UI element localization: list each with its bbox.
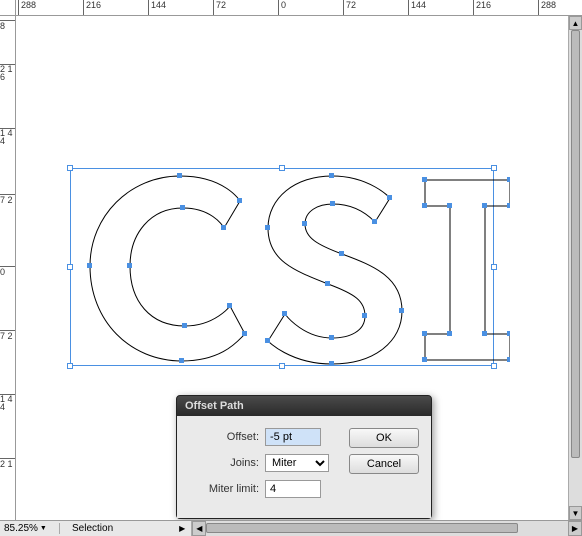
status-bar: 85.25% ▼ Selection ▶ ◀ ▶ [0,520,582,536]
ruler-tick: 72 [216,0,226,10]
ruler-tick: 144 [151,0,166,10]
ruler-tick: 144 [411,0,426,10]
joins-label: Joins: [189,457,259,469]
ruler-horizontal: 288 216 144 72 0 72 144 216 288 [16,0,582,16]
scroll-down-icon[interactable]: ▼ [569,506,582,520]
ruler-corner [0,0,16,16]
ruler-tick: 288 [541,0,556,10]
offset-path-dialog: Offset Path Offset: Joins: Miter Miter l… [176,395,432,519]
path-artwork[interactable] [70,166,510,376]
ruler-tick: 1 4 4 [0,395,15,411]
scroll-thumb[interactable] [206,523,518,533]
ok-button[interactable]: OK [349,428,419,448]
scroll-right-icon[interactable]: ▶ [568,521,582,536]
ruler-tick: 7 2 [0,196,13,204]
ruler-tick: 288 [21,0,36,10]
scroll-up-icon[interactable]: ▲ [569,16,582,30]
ruler-tick: 2 1 6 [0,65,15,81]
scroll-left-icon[interactable]: ◀ [192,521,206,536]
offset-input[interactable] [265,428,321,446]
ruler-tick: 0 [0,268,5,276]
ruler-tick: 216 [476,0,491,10]
miter-limit-label: Miter limit: [189,483,259,495]
dialog-title: Offset Path [177,396,431,416]
zoom-level[interactable]: 85.25% ▼ [0,523,60,534]
scrollbar-horizontal[interactable]: ◀ ▶ [191,521,582,536]
chevron-down-icon: ▼ [40,525,47,532]
ruler-tick: 2 1 [0,460,13,468]
zoom-value: 85.25% [4,523,38,534]
scroll-thumb[interactable] [571,30,580,458]
ruler-tick: 1 4 4 [0,129,15,145]
ruler-vertical: 8 2 1 6 1 4 4 7 2 0 7 2 1 4 4 2 1 [0,16,16,520]
current-tool: Selection [60,523,173,534]
triangle-right-icon[interactable]: ▶ [173,524,191,533]
ruler-tick: 0 [281,0,286,10]
ruler-tick: 72 [346,0,356,10]
joins-select[interactable]: Miter [265,454,329,472]
ruler-tick: 8 [0,22,5,30]
miter-limit-input[interactable] [265,480,321,498]
ruler-tick: 7 2 [0,332,13,340]
cancel-button[interactable]: Cancel [349,454,419,474]
scrollbar-vertical[interactable]: ▲ ▼ [568,16,582,520]
offset-label: Offset: [189,431,259,443]
ruler-tick: 216 [86,0,101,10]
